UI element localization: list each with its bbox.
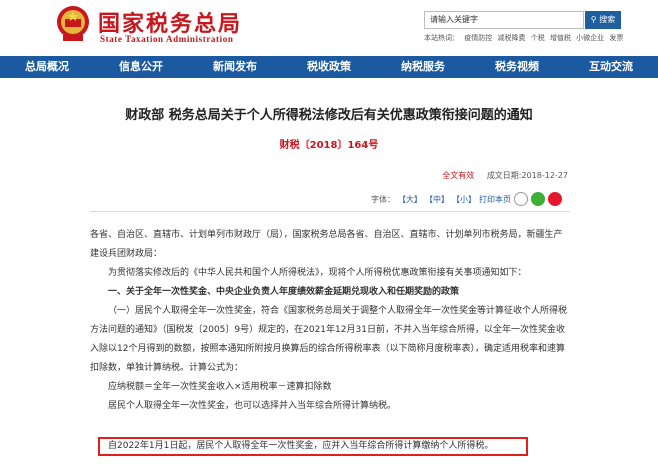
search-button-label: 搜索 (599, 15, 616, 24)
section-heading: 一、关于全年一次性奖金、中央企业负责人年度绩效薪金延期兑现收入和任期奖励的政策 (108, 287, 460, 297)
hotwords-label: 本站热词： (424, 34, 459, 42)
nav-item-interaction[interactable]: 互动交流 (564, 56, 658, 78)
font-small-button[interactable]: 【小】 (452, 194, 476, 205)
highlighted-clause: 自2022年1月1日起，居民个人取得全年一次性奖金，应并入当年综合所得计算缴纳个… (98, 437, 528, 456)
share-icon[interactable] (514, 192, 528, 206)
article-body: 各省、自治区、直辖市、计划单列市财政厅（局），国家税务总局各省、自治区、直辖市、… (90, 226, 570, 416)
issue-date: 成文日期:2018-12-27 (486, 171, 568, 180)
article-meta: 全文有效 成文日期:2018-12-27 (442, 170, 568, 181)
font-size-toolbar: 字体： 【大】 【中】 【小】 打印本页 (368, 192, 562, 206)
print-button[interactable]: 打印本页 (479, 194, 511, 205)
hotwords-bar: 本站热词： 疫情防控 减税降费 个税 增值税 小微企业 发票 (424, 33, 626, 43)
main-nav: 总局概况 信息公开 新闻发布 税收政策 纳税服务 税务视频 互动交流 (0, 56, 658, 78)
validity-status: 全文有效 (442, 171, 475, 180)
site-subtitle: State Taxation Administration (100, 34, 234, 44)
hotword-link[interactable]: 小微企业 (576, 34, 604, 42)
article-title: 财政部 税务总局关于个人所得税法修改后有关优惠政策衔接问题的通知 (125, 108, 533, 123)
hotword-link[interactable]: 发票 (609, 34, 623, 42)
nav-item-news[interactable]: 新闻发布 (188, 56, 282, 78)
divider (90, 211, 570, 212)
search-input[interactable]: 请输入关键字 (424, 11, 584, 29)
nav-item-policy[interactable]: 税收政策 (282, 56, 376, 78)
nav-item-disclosure[interactable]: 信息公开 (94, 56, 188, 78)
search-button[interactable]: ⚲ 搜索 (585, 11, 621, 29)
nav-item-overview[interactable]: 总局概况 (0, 56, 94, 78)
hotword-link[interactable]: 增值税 (550, 34, 571, 42)
body-paragraph: （一）居民个人取得全年一次性奖金，符合《国家税务总局关于调整个人取得全年一次性奖… (90, 306, 568, 373)
body-paragraph: 居民个人取得全年一次性奖金，也可以选择并入当年综合所得计算纳税。 (108, 401, 397, 411)
weibo-share-icon[interactable] (548, 192, 562, 206)
nav-item-video[interactable]: 税务视频 (470, 56, 564, 78)
intro-paragraph: 为贯彻落实修改后的《中华人民共和国个人所得税法》，现将个人所得税优惠政策衔接有关… (108, 268, 527, 278)
hotword-link[interactable]: 疫情防控 (464, 34, 492, 42)
tax-formula: 应纳税额＝全年一次性奖金收入×适用税率－速算扣除数 (108, 382, 332, 392)
hotword-link[interactable]: 个税 (531, 34, 545, 42)
site-header: 国家税务总局 State Taxation Administration 请输入… (0, 0, 658, 56)
nav-item-service[interactable]: 纳税服务 (376, 56, 470, 78)
font-size-label: 字体： (371, 194, 395, 204)
wechat-share-icon[interactable] (531, 192, 545, 206)
document-number: 财税〔2018〕164号 (279, 140, 379, 151)
hotword-link[interactable]: 减税降费 (497, 34, 525, 42)
national-emblem-icon[interactable] (56, 5, 90, 43)
font-medium-button[interactable]: 【中】 (425, 194, 449, 205)
search-icon: ⚲ (590, 15, 597, 24)
font-large-button[interactable]: 【大】 (398, 194, 422, 205)
addressee: 各省、自治区、直辖市、计划单列市财政厅（局），国家税务总局各省、自治区、直辖市、… (90, 230, 563, 259)
